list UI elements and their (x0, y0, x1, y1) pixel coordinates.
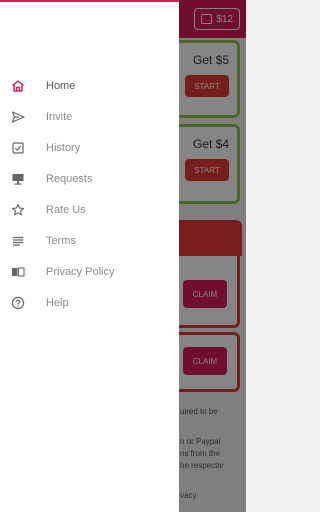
nav-label: Help (46, 296, 69, 309)
send-icon (10, 109, 26, 125)
home-icon (10, 78, 26, 94)
book-icon (10, 264, 26, 280)
navigation-drawer: Home Invite History Requests Rate Us Ter… (0, 0, 179, 512)
nav-item-requests[interactable]: Requests (0, 163, 179, 194)
nav-label: Invite (46, 110, 73, 123)
help-icon (10, 295, 26, 311)
lines-icon (10, 233, 26, 249)
nav-label: History (46, 141, 81, 154)
nav-item-rate-us[interactable]: Rate Us (0, 194, 179, 225)
nav-label: Terms (46, 234, 76, 247)
nav-item-invite[interactable]: Invite (0, 101, 179, 132)
nav-label: Rate Us (46, 203, 86, 216)
nav-item-privacy-policy[interactable]: Privacy Policy (0, 256, 179, 287)
monitor-icon (10, 171, 26, 187)
drawer-accent (0, 0, 179, 2)
nav-label: Requests (46, 172, 93, 185)
nav-item-history[interactable]: History (0, 132, 179, 163)
nav-label: Privacy Policy (46, 265, 115, 278)
nav-item-help[interactable]: Help (0, 287, 179, 318)
nav-item-home[interactable]: Home (0, 70, 179, 101)
nav-item-terms[interactable]: Terms (0, 225, 179, 256)
nav-label: Home (46, 79, 76, 92)
checkbox-icon (10, 140, 26, 156)
star-icon (10, 202, 26, 218)
